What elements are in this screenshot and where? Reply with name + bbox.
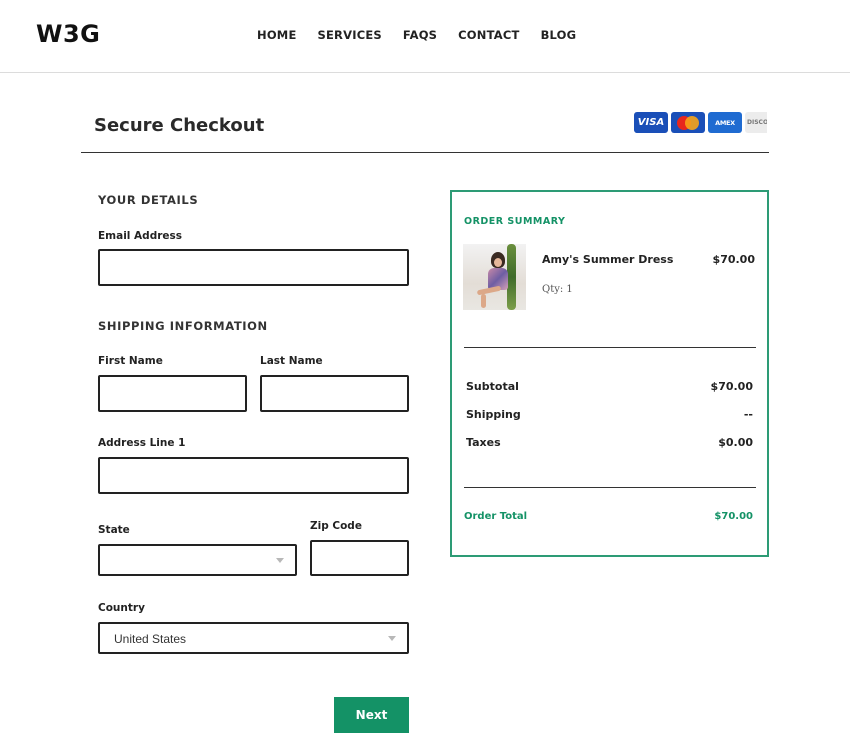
order-summary-panel: ORDER SUMMARY Amy's Summer Dress $70.00 … — [450, 190, 769, 557]
taxes-value: $0.00 — [718, 436, 753, 449]
country-select-value: United States — [114, 632, 187, 646]
page-title: Secure Checkout — [94, 115, 265, 136]
product-name: Amy's Summer Dress — [542, 253, 674, 266]
payment-card-icons: VISA AMEX DISCOVER — [634, 112, 770, 133]
product-thumbnail-image[interactable] — [463, 244, 526, 310]
shipping-label: Shipping — [466, 408, 521, 421]
last-name-field[interactable] — [260, 375, 409, 412]
nav-services-link[interactable]: SERVICES — [318, 28, 382, 42]
subtotal-value: $70.00 — [710, 380, 753, 393]
shipping-value: -- — [743, 408, 753, 421]
state-label: State — [98, 524, 130, 536]
chevron-down-icon — [276, 558, 284, 563]
zip-code-field[interactable] — [310, 540, 409, 576]
site-logo[interactable]: W3G — [36, 20, 100, 48]
discover-card-icon: DISCOVER — [745, 112, 767, 133]
title-divider — [81, 152, 769, 153]
amex-card-icon: AMEX — [708, 112, 742, 133]
state-select[interactable] — [98, 544, 297, 576]
your-details-heading: YOUR DETAILS — [98, 193, 199, 207]
nav-home-link[interactable]: HOME — [257, 28, 297, 42]
taxes-label: Taxes — [466, 436, 501, 449]
product-price: $70.00 — [712, 253, 755, 266]
subtotal-label: Subtotal — [466, 380, 519, 393]
order-total-label: Order Total — [464, 511, 528, 522]
product-quantity: Qty: 1 — [542, 284, 573, 295]
address-line-1-label: Address Line 1 — [98, 437, 186, 449]
shipping-information-heading: SHIPPING INFORMATION — [98, 319, 268, 333]
zip-code-label: Zip Code — [310, 520, 362, 532]
nav-faqs-link[interactable]: FAQS — [403, 28, 437, 42]
last-name-label: Last Name — [260, 355, 323, 367]
first-name-field[interactable] — [98, 375, 247, 412]
main-nav: HOME SERVICES FAQS CONTACT BLOG — [257, 28, 597, 42]
summary-divider — [464, 347, 756, 348]
nav-contact-link[interactable]: CONTACT — [458, 28, 519, 42]
chevron-down-icon — [388, 636, 396, 641]
first-name-label: First Name — [98, 355, 163, 367]
email-label: Email Address — [98, 230, 183, 242]
mastercard-card-icon — [671, 112, 705, 133]
address-line-1-field[interactable] — [98, 457, 409, 494]
total-divider — [464, 487, 756, 488]
order-summary-heading: ORDER SUMMARY — [464, 216, 566, 227]
order-total-value: $70.00 — [714, 511, 753, 522]
country-label: Country — [98, 602, 145, 614]
email-field[interactable] — [98, 249, 409, 286]
visa-card-icon: VISA — [634, 112, 668, 133]
site-header: W3G HOME SERVICES FAQS CONTACT BLOG — [0, 0, 850, 73]
country-select[interactable]: United States — [98, 622, 409, 654]
nav-blog-link[interactable]: BLOG — [541, 28, 577, 42]
next-button[interactable]: Next — [334, 697, 409, 733]
